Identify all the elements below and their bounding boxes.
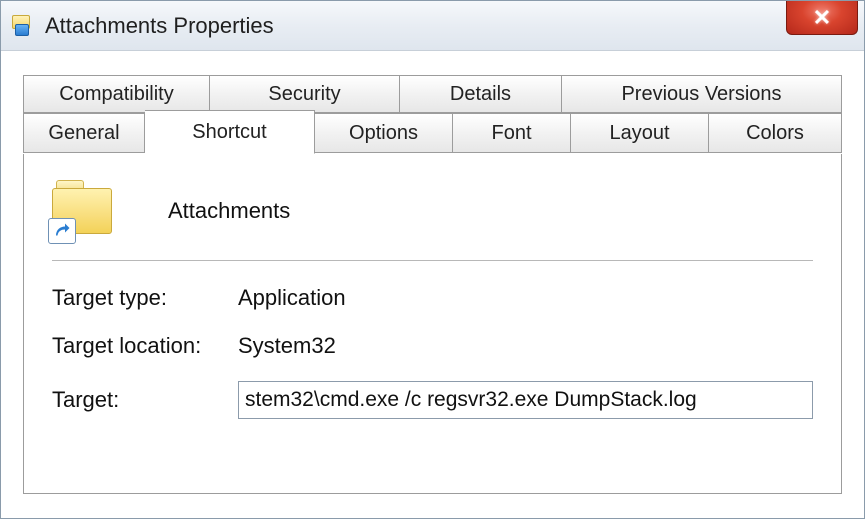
tab-row-lower: General Shortcut Options Font Layout Col…: [23, 113, 842, 154]
target-location-row: Target location: System32: [52, 333, 813, 359]
shortcut-arrow-icon: [48, 218, 76, 244]
separator: [52, 260, 813, 261]
tab-layout[interactable]: Layout: [571, 113, 709, 153]
shortcut-panel: Attachments Target type: Application Tar…: [23, 154, 842, 494]
shortcut-app-icon: [11, 14, 35, 38]
target-type-label: Target type:: [52, 285, 238, 311]
tab-font[interactable]: Font: [453, 113, 571, 153]
tab-general[interactable]: General: [23, 113, 145, 153]
target-location-value: System32: [238, 333, 813, 359]
content-area: Compatibility Security Details Previous …: [1, 51, 864, 518]
tab-shortcut[interactable]: Shortcut: [145, 110, 315, 154]
tab-colors[interactable]: Colors: [709, 113, 842, 153]
properties-dialog: Attachments Properties ✕ Compatibility S…: [0, 0, 865, 519]
close-button[interactable]: ✕: [786, 1, 858, 35]
tab-options[interactable]: Options: [315, 113, 453, 153]
folder-shortcut-icon: [52, 180, 118, 242]
tab-details[interactable]: Details: [400, 75, 562, 113]
shortcut-name: Attachments: [168, 198, 290, 224]
tab-compatibility[interactable]: Compatibility: [23, 75, 210, 113]
target-location-label: Target location:: [52, 333, 238, 359]
tab-row-upper: Compatibility Security Details Previous …: [23, 75, 842, 113]
target-label: Target:: [52, 387, 238, 413]
tab-security[interactable]: Security: [210, 75, 400, 113]
target-input[interactable]: [238, 381, 813, 419]
target-type-row: Target type: Application: [52, 285, 813, 311]
titlebar: Attachments Properties ✕: [1, 1, 864, 51]
tab-container: Compatibility Security Details Previous …: [23, 75, 842, 494]
target-type-value: Application: [238, 285, 813, 311]
tab-previous-versions[interactable]: Previous Versions: [562, 75, 842, 113]
shortcut-name-row: Attachments: [52, 174, 813, 260]
window-title: Attachments Properties: [45, 13, 274, 39]
target-row: Target:: [52, 381, 813, 419]
close-icon: ✕: [813, 5, 831, 31]
